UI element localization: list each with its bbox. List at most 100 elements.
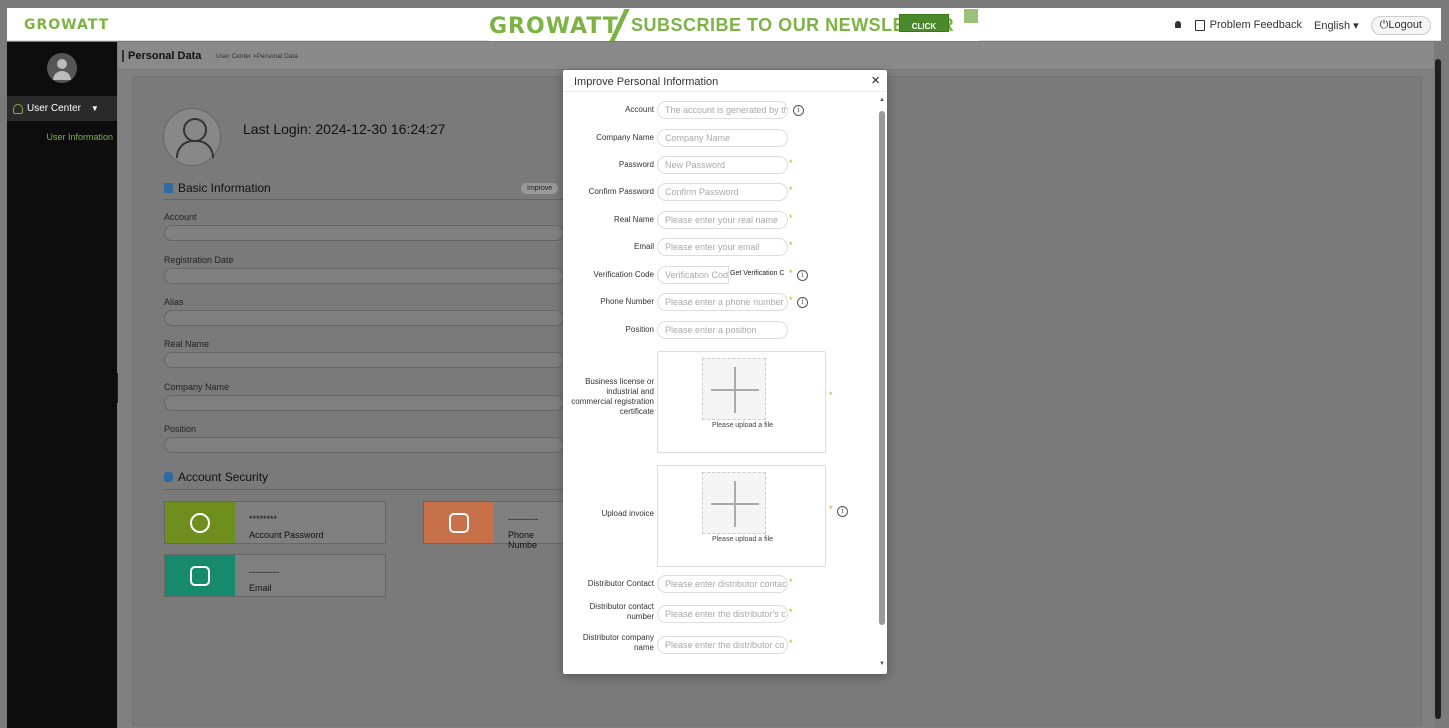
field-label-company-name: Company Name xyxy=(164,382,230,392)
required-mark: * xyxy=(789,158,793,168)
password-mask: ******** xyxy=(249,514,278,524)
label-email: Email xyxy=(633,242,654,251)
growatt-logo[interactable]: GROWATT xyxy=(24,17,109,33)
bell-icon[interactable] xyxy=(1173,20,1183,30)
field-label-registration-date: Registration Date xyxy=(164,255,234,265)
language-select[interactable]: English ▾ xyxy=(1314,19,1359,32)
page-scrollbar-thumb[interactable] xyxy=(1435,59,1441,719)
label-phone-number: Phone Number xyxy=(600,297,654,306)
label-business-license: Business license or industrial and comme… xyxy=(571,377,654,416)
required-mark: * xyxy=(789,268,793,278)
lock-swatch xyxy=(165,502,235,543)
field-label-position: Position xyxy=(164,424,197,434)
improve-info-modal: Improve Personal Information × Account i… xyxy=(563,70,887,674)
modal-body: Account i Company Name Password * Confir… xyxy=(563,93,887,674)
get-verification-code-button[interactable]: Get Verification C xyxy=(728,266,788,284)
position-input[interactable] xyxy=(657,321,788,339)
modal-scrollbar-thumb[interactable] xyxy=(879,111,885,625)
required-mark: * xyxy=(789,185,793,195)
close-icon[interactable]: × xyxy=(871,72,880,90)
distributor-contact-input[interactable] xyxy=(657,575,788,593)
confirm-password-input[interactable] xyxy=(657,183,788,201)
avatar[interactable] xyxy=(47,53,77,83)
registration-date-field xyxy=(164,268,564,284)
label-position: Position xyxy=(625,325,654,334)
upload-hint: Please upload a file xyxy=(711,422,774,429)
phone-number-input[interactable] xyxy=(657,293,788,311)
password-input[interactable] xyxy=(657,156,788,174)
banner-logo: GROWATT xyxy=(489,14,619,39)
position-field xyxy=(164,437,564,453)
email-mask: ---------- xyxy=(249,567,279,577)
breadcrumb: User Center >Personal Data xyxy=(216,53,298,60)
page-scrollbar[interactable] xyxy=(1434,42,1442,728)
required-mark: * xyxy=(789,213,793,223)
real-name-field xyxy=(164,352,564,368)
account-password-card[interactable]: ******** Account Password xyxy=(164,501,386,544)
improve-button[interactable]: Improve xyxy=(521,183,559,194)
sidebar-item-user-center[interactable]: User Center ▼ xyxy=(7,96,117,121)
user-icon xyxy=(13,103,23,114)
required-mark: * xyxy=(829,504,833,514)
banner-slash-decoration xyxy=(607,9,631,41)
required-mark: * xyxy=(789,295,793,305)
distributor-company-input[interactable] xyxy=(657,636,788,654)
sidebar-item-label: User Center xyxy=(27,103,81,114)
top-right-actions: Problem Feedback English ▾ ⏻Logout xyxy=(1173,15,1431,35)
sidebar: User Center ▼ User Information xyxy=(7,42,117,728)
account-input[interactable] xyxy=(657,101,788,119)
scroll-up-icon[interactable]: ▲ xyxy=(879,97,885,103)
sidebar-item-user-information[interactable]: User Information xyxy=(46,132,113,142)
upload-plus-button[interactable] xyxy=(702,472,766,534)
profile-avatar[interactable] xyxy=(163,108,221,166)
breadcrumb-bar: Personal Data User Center >Personal Data xyxy=(118,42,1436,70)
top-bar: GROWATT GROWATT SUBSCRIBE TO OUR NEWSLET… xyxy=(7,8,1441,41)
banner-qr-icon xyxy=(964,9,978,23)
upload-hint: Please upload a file xyxy=(711,536,774,543)
required-mark: * xyxy=(789,638,793,648)
divider xyxy=(163,199,563,200)
business-license-upload: Please upload a file xyxy=(657,351,826,453)
label-confirm-password: Confirm Password xyxy=(588,187,654,196)
scroll-down-icon[interactable]: ▼ xyxy=(879,661,885,667)
mail-icon xyxy=(190,565,210,586)
email-card[interactable]: ---------- Email xyxy=(164,554,386,597)
real-name-input[interactable] xyxy=(657,211,788,229)
info-icon[interactable]: i xyxy=(797,297,808,308)
phone-number-label: Phone Numbe xyxy=(508,530,538,550)
account-field xyxy=(164,225,564,241)
info-icon[interactable]: i xyxy=(797,270,808,281)
info-icon[interactable]: i xyxy=(837,506,848,517)
logout-button[interactable]: ⏻Logout xyxy=(1370,15,1431,35)
phone-number-card[interactable]: ---------- Phone Numbe xyxy=(423,501,566,550)
phone-swatch xyxy=(424,502,494,543)
required-mark: * xyxy=(789,607,793,617)
chevron-down-icon: ▼ xyxy=(90,104,99,113)
modal-header: Improve Personal Information × xyxy=(563,70,887,92)
email-input[interactable] xyxy=(657,238,788,256)
account-security-label: Account Security xyxy=(178,470,269,484)
people-icon xyxy=(164,472,173,482)
required-mark: * xyxy=(789,577,793,587)
alias-field xyxy=(164,310,564,326)
newsletter-banner[interactable]: GROWATT SUBSCRIBE TO OUR NEWSLETTER CLIC… xyxy=(489,9,979,41)
upload-plus-button[interactable] xyxy=(702,358,766,420)
label-distributor-contact: Distributor Contact xyxy=(587,579,654,588)
feedback-label: Problem Feedback xyxy=(1209,19,1302,31)
feedback-icon xyxy=(1194,19,1205,31)
email-swatch xyxy=(165,555,235,596)
info-icon[interactable]: i xyxy=(793,105,804,116)
phone-mask: ---------- xyxy=(508,514,538,524)
banner-click-here-button[interactable]: CLICK HERE xyxy=(899,14,949,40)
required-mark: * xyxy=(829,390,833,400)
problem-feedback-link[interactable]: Problem Feedback xyxy=(1194,19,1302,31)
company-name-input[interactable] xyxy=(657,129,788,147)
modal-scrollbar[interactable]: ▲ ▼ xyxy=(879,97,885,667)
document-icon xyxy=(164,183,173,193)
label-company-name: Company Name xyxy=(596,133,654,142)
distributor-contact-number-input[interactable] xyxy=(657,605,788,623)
field-label-real-name: Real Name xyxy=(164,339,210,349)
email-label: Email xyxy=(249,583,272,593)
page-title: Personal Data xyxy=(122,50,201,62)
divider xyxy=(163,489,563,490)
